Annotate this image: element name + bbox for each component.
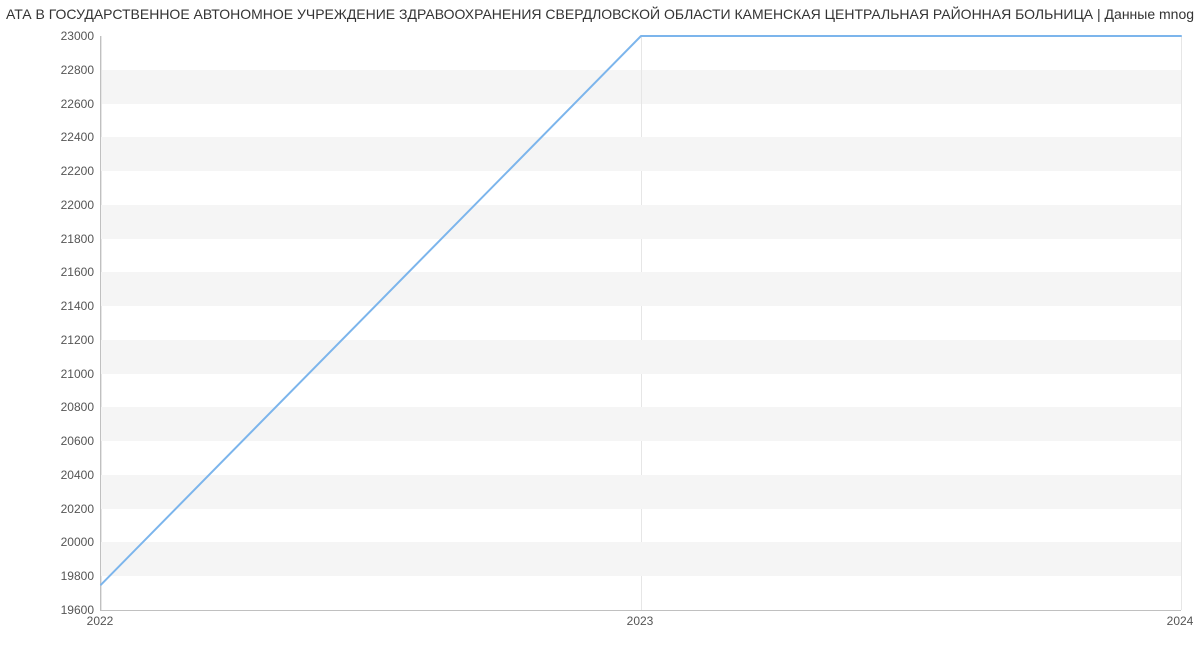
y-tick-label: 19800 (4, 569, 94, 583)
y-tick-label: 23000 (4, 29, 94, 43)
y-tick-label: 22000 (4, 198, 94, 212)
y-tick-label: 20400 (4, 468, 94, 482)
y-tick-label: 21200 (4, 333, 94, 347)
y-tick-label: 19600 (4, 603, 94, 617)
line-layer (101, 36, 1181, 610)
y-tick-label: 22600 (4, 97, 94, 111)
y-tick-label: 21600 (4, 265, 94, 279)
y-tick-label: 20800 (4, 400, 94, 414)
chart-title: АТА В ГОСУДАРСТВЕННОЕ АВТОНОМНОЕ УЧРЕЖДЕ… (0, 6, 1200, 22)
x-tick-label: 2022 (87, 614, 114, 628)
y-tick-label: 22400 (4, 130, 94, 144)
plot-area (100, 36, 1181, 611)
y-tick-label: 22200 (4, 164, 94, 178)
y-tick-label: 22800 (4, 63, 94, 77)
series-line (101, 36, 1181, 585)
y-tick-label: 21800 (4, 232, 94, 246)
y-tick-label: 20600 (4, 434, 94, 448)
chart-container: АТА В ГОСУДАРСТВЕННОЕ АВТОНОМНОЕ УЧРЕЖДЕ… (0, 0, 1200, 650)
x-tick-label: 2024 (1167, 614, 1194, 628)
y-tick-label: 21400 (4, 299, 94, 313)
y-tick-label: 21000 (4, 367, 94, 381)
y-tick-label: 20200 (4, 502, 94, 516)
gridline-vertical (1181, 36, 1182, 610)
y-tick-label: 20000 (4, 535, 94, 549)
x-tick-label: 2023 (627, 614, 654, 628)
